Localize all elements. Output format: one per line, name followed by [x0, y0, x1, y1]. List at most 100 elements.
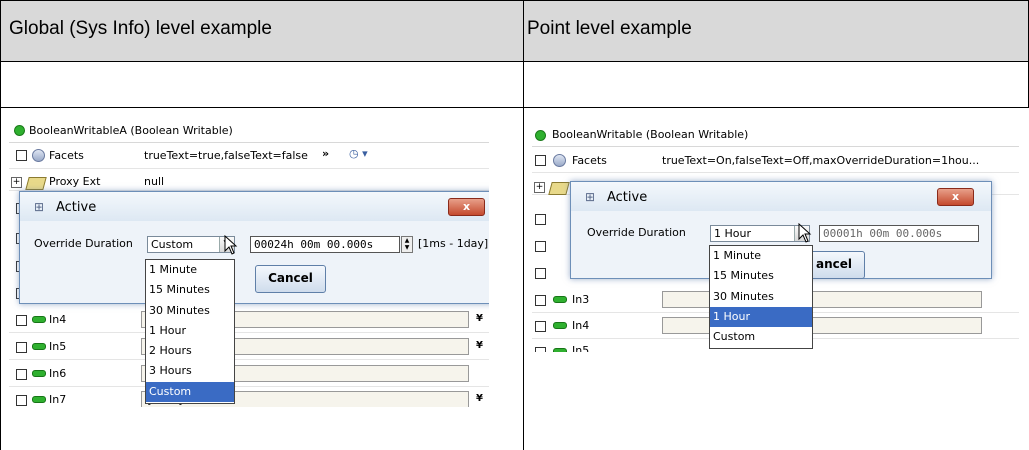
component-title: BooleanWritableA (Boolean Writable) — [29, 124, 233, 137]
folder-icon — [548, 182, 570, 195]
component-row: BooleanWritableA (Boolean Writable) — [9, 120, 489, 143]
cancel-label: ancel — [815, 257, 852, 271]
option-3-hours[interactable]: 3 Hours — [146, 361, 234, 381]
expand-more-icon[interactable]: ¥ — [476, 340, 483, 351]
dialog-title: Active — [607, 190, 648, 205]
override-duration-label: Override Duration — [587, 226, 686, 239]
point-label: In5 — [572, 344, 590, 352]
option-15-minutes[interactable]: 15 Minutes — [146, 280, 234, 300]
point-row-in7: In7 {null} ¥ — [9, 386, 489, 407]
dialog-titlebar[interactable]: ⊞ Active x — [571, 182, 991, 211]
proxy-ext-value: null — [144, 175, 165, 188]
right-screenshot: BooleanWritable (Boolean Writable) Facet… — [532, 124, 1019, 352]
option-1-minute[interactable]: 1 Minute — [710, 246, 812, 266]
option-custom[interactable]: Custom — [710, 327, 812, 347]
point-label: In4 — [49, 313, 67, 326]
option-1-minute[interactable]: 1 Minute — [146, 260, 234, 280]
override-duration-label: Override Duration — [34, 237, 133, 250]
facets-expand-button[interactable]: » — [322, 147, 329, 160]
row-checkbox[interactable] — [16, 342, 27, 353]
spinner-control[interactable]: ▲ ▼ — [401, 236, 413, 253]
duration-field: 00001h 00m 00.000s — [819, 225, 979, 242]
duration-options-list: 1 Minute 15 Minutes 30 Minutes 1 Hour 2 … — [145, 259, 235, 404]
option-15-minutes[interactable]: 15 Minutes — [710, 266, 812, 286]
point-row-in4: In4 ¥ — [9, 306, 489, 333]
point-row-in6: In6 — [9, 360, 489, 387]
option-2-hours[interactable]: 2 Hours — [146, 341, 234, 361]
point-icon — [32, 316, 46, 323]
component-row: BooleanWritable (Boolean Writable) — [532, 124, 1019, 147]
option-custom[interactable]: Custom — [146, 381, 234, 403]
point-row-in5: In5 ¥ — [9, 333, 489, 360]
facets-checkbox[interactable] — [16, 150, 27, 161]
expand-icon[interactable]: + — [534, 182, 545, 193]
dialog-body: Override Duration Custom ▼ 00024h 00m 00… — [20, 221, 489, 303]
option-1-hour[interactable]: 1 Hour — [710, 306, 812, 328]
facets-icon — [553, 154, 566, 167]
duration-value: 00024h 00m 00.000s — [254, 238, 374, 251]
component-title: BooleanWritable (Boolean Writable) — [552, 128, 749, 141]
facets-label: Facets — [49, 149, 84, 162]
active-dialog: ⊞ Active x Override Duration Custom ▼ 00… — [19, 191, 489, 304]
row-checkbox[interactable] — [16, 395, 27, 406]
row-checkbox[interactable] — [535, 347, 546, 352]
duration-value: 00001h 00m 00.000s — [823, 227, 943, 240]
point-label: In4 — [572, 319, 590, 332]
clock-dropdown-icon[interactable]: ◷ ▾ — [349, 147, 368, 160]
point-icon — [553, 322, 567, 329]
facets-row: Facets trueText=true,falseText=false » ◷… — [9, 142, 489, 169]
row-checkbox[interactable] — [535, 214, 546, 225]
cancel-button[interactable]: Cancel — [255, 265, 326, 293]
option-30-minutes[interactable]: 30 Minutes — [146, 301, 234, 321]
row-checkbox[interactable] — [535, 241, 546, 252]
close-button[interactable]: x — [448, 198, 485, 216]
right-header-text: Point level example — [527, 18, 692, 39]
duration-options-list: 1 Minute 15 Minutes 30 Minutes 1 Hour Cu… — [709, 245, 813, 349]
row-checkbox[interactable] — [535, 295, 546, 306]
folder-icon — [25, 177, 47, 190]
point-label: In3 — [572, 293, 590, 306]
expand-icon[interactable]: + — [11, 177, 22, 188]
cancel-label: Cancel — [268, 271, 313, 285]
point-label: In5 — [49, 340, 67, 353]
action-icon: ⊞ — [585, 190, 596, 204]
mouse-pointer-icon — [224, 235, 238, 255]
range-hint: [1ms - 1day] — [418, 237, 489, 250]
row-checkbox[interactable] — [16, 369, 27, 380]
proxy-ext-label: Proxy Ext — [49, 175, 101, 188]
option-1-hour[interactable]: 1 Hour — [146, 321, 234, 341]
close-button[interactable]: x — [937, 188, 974, 206]
duration-field[interactable]: 00024h 00m 00.000s — [250, 236, 400, 253]
expand-more-icon[interactable]: ¥ — [476, 313, 483, 324]
override-duration-combo[interactable]: 1 Hour ▼ — [710, 225, 810, 242]
option-30-minutes[interactable]: 30 Minutes — [710, 287, 812, 307]
table-row-divider — [0, 107, 1029, 108]
mouse-pointer-icon — [798, 223, 812, 243]
row-checkbox[interactable] — [535, 321, 546, 332]
row-checkbox[interactable] — [16, 315, 27, 326]
right-column-header: Point level example — [523, 0, 1029, 62]
proxy-ext-row: + Proxy Ext null — [9, 168, 489, 191]
facets-checkbox[interactable] — [535, 155, 546, 166]
status-ok-icon — [14, 125, 25, 136]
facets-row: Facets trueText=On,falseText=Off,maxOver… — [532, 146, 1019, 173]
point-icon — [553, 296, 567, 303]
combo-value: 1 Hour — [714, 227, 751, 240]
expand-more-icon[interactable]: ¥ — [476, 393, 483, 404]
point-icon — [32, 370, 46, 377]
facets-value: trueText=true,falseText=false — [144, 149, 308, 162]
table-divider — [523, 62, 524, 450]
dialog-title: Active — [56, 200, 97, 215]
point-icon — [32, 343, 46, 350]
left-header-text: Global (Sys Info) level example — [9, 18, 272, 39]
point-label: In6 — [49, 367, 67, 380]
facets-label: Facets — [572, 154, 607, 167]
point-icon — [553, 348, 567, 352]
dialog-titlebar[interactable]: ⊞ Active x — [20, 192, 489, 221]
facets-icon — [32, 149, 45, 162]
override-duration-combo[interactable]: Custom ▼ — [147, 236, 235, 253]
facets-value: trueText=On,falseText=Off,maxOverrideDur… — [662, 154, 980, 167]
left-screenshot: BooleanWritableA (Boolean Writable) Face… — [9, 120, 489, 407]
row-checkbox[interactable] — [535, 268, 546, 279]
point-icon — [32, 396, 46, 403]
